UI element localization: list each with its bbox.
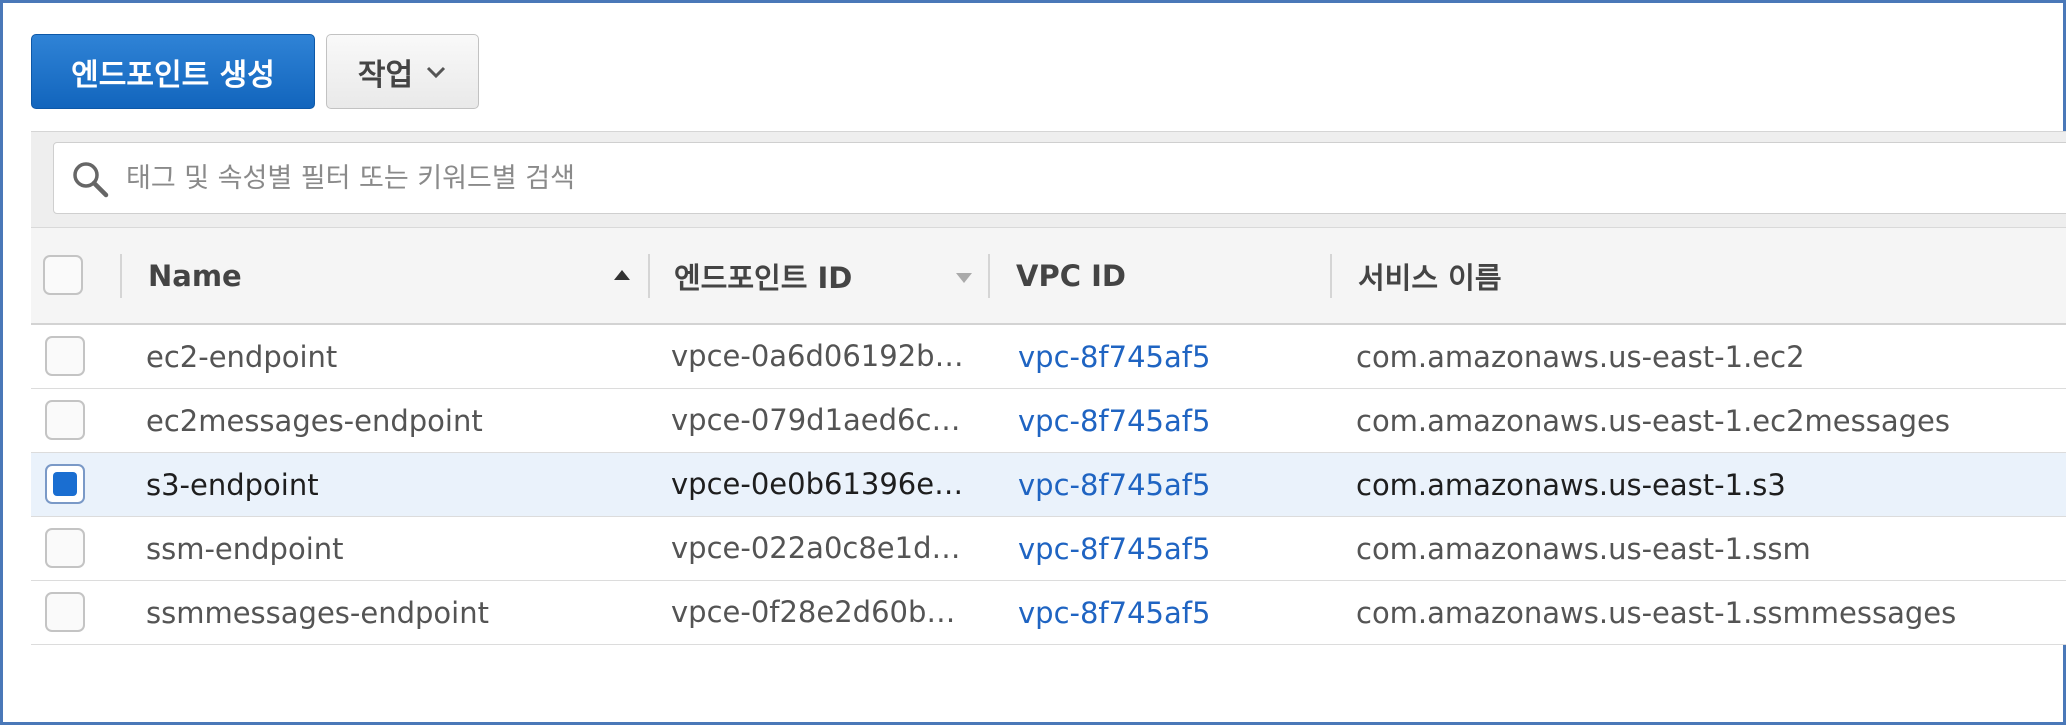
chevron-down-icon — [427, 66, 446, 78]
service-name: com.amazonaws.us-east-1.ssmmessages — [1356, 595, 1957, 630]
table-row-selected[interactable]: s3-endpoint vpce-0e0b61396e… vpc-8f745af… — [31, 453, 2066, 517]
column-service-name-label: 서비스 이름 — [1358, 261, 1502, 295]
table-row[interactable]: ec2messages-endpoint vpce-079d1aed6c… vp… — [31, 389, 2066, 453]
service-name: com.amazonaws.us-east-1.ec2 — [1356, 339, 1805, 374]
row-checkbox-checked[interactable] — [45, 464, 85, 504]
column-header-name[interactable]: Name — [148, 228, 498, 324]
row-checkbox[interactable] — [45, 400, 85, 440]
column-header-endpoint-id[interactable]: 엔드포인트 ID — [674, 228, 924, 324]
create-endpoint-label: 엔드포인트 생성 — [71, 57, 275, 93]
column-header-service-name[interactable]: 서비스 이름 — [1358, 228, 1758, 324]
row-checkbox[interactable] — [45, 528, 85, 568]
endpoint-id: vpce-0f28e2d60b5… — [671, 595, 971, 629]
sort-ascending-icon[interactable] — [614, 270, 630, 280]
column-divider — [648, 254, 650, 298]
endpoint-id: vpce-022a0c8e1d… — [671, 531, 961, 565]
endpoint-id: vpce-0a6d06192b… — [671, 339, 964, 373]
endpoint-name: ssm-endpoint — [146, 531, 344, 566]
vpc-id-link[interactable]: vpc-8f745af5 — [1018, 325, 1210, 388]
endpoint-name: ssmmessages-endpoint — [146, 595, 489, 630]
column-divider — [988, 254, 990, 298]
service-name: com.amazonaws.us-east-1.s3 — [1356, 467, 1786, 502]
vpc-id-link[interactable]: vpc-8f745af5 — [1018, 581, 1210, 644]
row-checkbox[interactable] — [45, 336, 85, 376]
endpoint-id: vpce-0e0b61396e… — [671, 467, 964, 501]
column-vpc-id-label: VPC ID — [1016, 259, 1126, 293]
table-row[interactable]: ssm-endpoint vpce-022a0c8e1d… vpc-8f745a… — [31, 517, 2066, 581]
select-all-checkbox[interactable] — [43, 255, 83, 295]
sort-icon[interactable] — [956, 273, 972, 283]
endpoint-name: s3-endpoint — [146, 467, 319, 502]
search-input[interactable] — [126, 155, 2026, 201]
endpoints-table: Name 엔드포인트 ID VPC ID 서비스 이름 ec2-endpoint… — [31, 227, 2066, 645]
column-divider — [1330, 254, 1332, 298]
filter-bar — [31, 131, 2066, 227]
service-name: com.amazonaws.us-east-1.ec2messages — [1356, 403, 1950, 438]
endpoint-id: vpce-079d1aed6c… — [671, 403, 961, 437]
endpoint-name: ec2-endpoint — [146, 339, 338, 374]
actions-dropdown-button[interactable]: 작업 — [326, 34, 479, 109]
search-field[interactable] — [53, 142, 2066, 214]
table-body: ec2-endpoint vpce-0a6d06192b… vpc-8f745a… — [31, 325, 2066, 645]
row-checkbox[interactable] — [45, 592, 85, 632]
service-name: com.amazonaws.us-east-1.ssm — [1356, 531, 1811, 566]
column-name-label: Name — [148, 259, 242, 293]
actions-label: 작업 — [357, 57, 414, 93]
vpc-id-link[interactable]: vpc-8f745af5 — [1018, 389, 1210, 452]
column-endpoint-id-label: 엔드포인트 ID — [674, 261, 853, 295]
vpc-id-link[interactable]: vpc-8f745af5 — [1018, 453, 1210, 516]
table-header: Name 엔드포인트 ID VPC ID 서비스 이름 — [31, 227, 2066, 325]
table-row[interactable]: ssmmessages-endpoint vpce-0f28e2d60b5… v… — [31, 581, 2066, 645]
column-divider — [120, 254, 122, 298]
vpc-id-link[interactable]: vpc-8f745af5 — [1018, 517, 1210, 580]
create-endpoint-button[interactable]: 엔드포인트 생성 — [31, 34, 315, 109]
column-header-vpc-id[interactable]: VPC ID — [1016, 228, 1266, 324]
endpoint-name: ec2messages-endpoint — [146, 403, 483, 438]
search-icon — [73, 162, 109, 198]
endpoints-panel: 엔드포인트 생성 작업 Name 엔드포인트 ID — [0, 0, 2066, 725]
table-row[interactable]: ec2-endpoint vpce-0a6d06192b… vpc-8f745a… — [31, 325, 2066, 389]
